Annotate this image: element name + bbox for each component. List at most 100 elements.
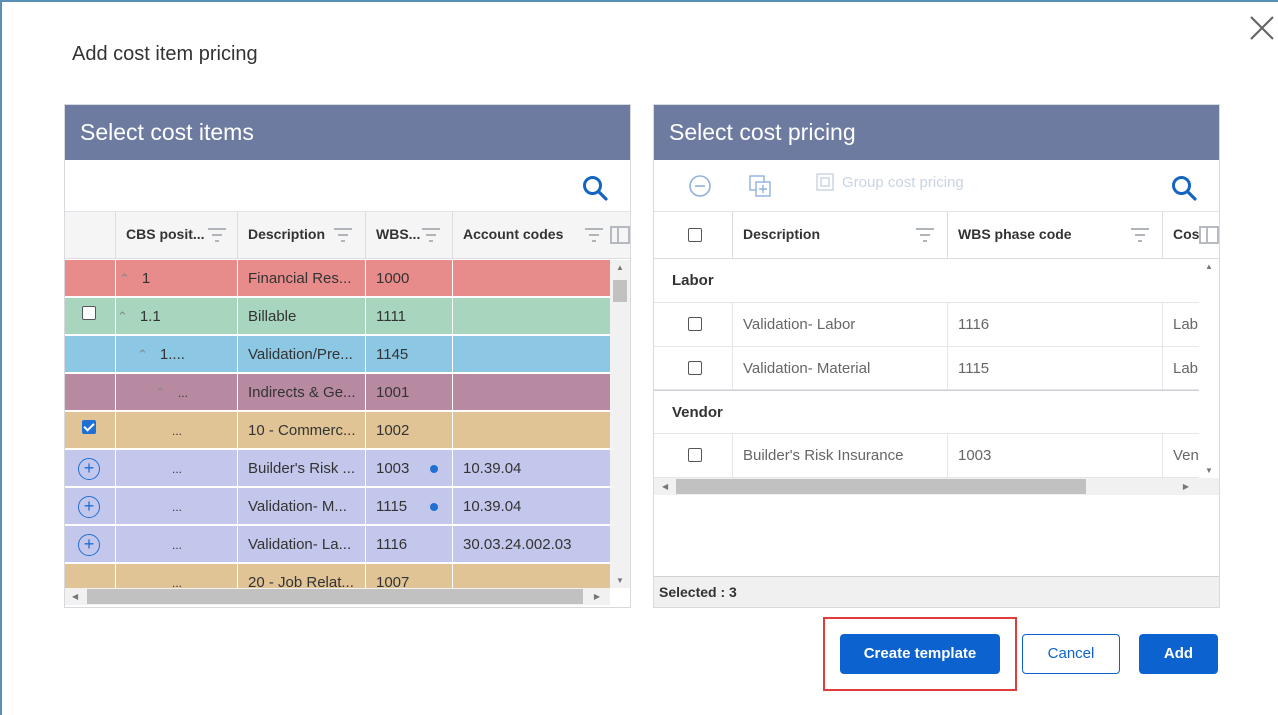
column-header-account-codes[interactable]: Account codes (453, 212, 610, 259)
vertical-scrollbar[interactable]: ▲ ▼ (610, 260, 630, 588)
filter-icon[interactable] (422, 228, 440, 242)
row-checkbox[interactable] (688, 448, 702, 462)
status-dot-icon (430, 503, 438, 511)
add-row-icon[interactable]: + (78, 496, 100, 518)
cost-cell: Lab (1173, 359, 1199, 377)
cbs-position-value: 1 (141, 270, 151, 287)
filter-icon[interactable] (208, 228, 226, 242)
add-button[interactable]: Add (1139, 634, 1218, 674)
row-checkbox[interactable] (688, 361, 702, 375)
filter-icon[interactable] (916, 228, 934, 242)
group-label: Labor (672, 272, 714, 289)
select-cost-pricing-panel: Select cost pricing Group cost pricing D… (653, 104, 1220, 608)
group-row-vendor[interactable]: Vendor (654, 390, 1199, 434)
add-group-icon[interactable] (748, 174, 772, 198)
vertical-scrollbar[interactable]: ▲ ▼ (1199, 259, 1219, 478)
group-label: Vendor (672, 403, 723, 421)
row-select-cell (65, 374, 116, 411)
search-icon[interactable] (582, 175, 608, 201)
cbs-position-value: ... (172, 576, 183, 588)
row-select-cell: + (65, 526, 116, 563)
cbs-position-cell: ... (116, 488, 238, 525)
filter-icon[interactable] (585, 228, 603, 242)
add-row-icon[interactable]: + (78, 458, 100, 480)
wbs-value: 1145 (376, 346, 409, 363)
wbs-cell: 1115 (366, 488, 453, 525)
cancel-button[interactable]: Cancel (1022, 634, 1120, 674)
cbs-position-value: ... (172, 500, 183, 514)
close-icon[interactable] (1248, 14, 1276, 42)
description-cell: Financial Res... (238, 260, 366, 297)
column-chooser-icon[interactable] (610, 226, 630, 244)
add-cost-item-pricing-dialog: Add cost item pricing Select cost items … (0, 0, 1278, 715)
cbs-position-value: ... (177, 386, 188, 400)
dialog-title: Add cost item pricing (72, 43, 258, 65)
column-header-cost[interactable]: Cos (1163, 212, 1199, 259)
select-all-checkbox[interactable] (688, 228, 702, 242)
column-header-wbs-phase-code[interactable]: WBS phase code (948, 212, 1163, 259)
expand-caret-icon[interactable]: ⌃ (117, 309, 128, 324)
table-row[interactable]: +... Validation- La... 1116 30.03.24.002.03 (65, 526, 610, 563)
expand-caret-icon[interactable]: ⌃ (155, 385, 166, 400)
column-label: WBS... (376, 226, 421, 242)
row-checkbox[interactable] (82, 420, 96, 434)
table-row[interactable]: ⌃ 1.1 Billable 1111 (65, 298, 610, 335)
column-chooser-icon[interactable] (1199, 226, 1219, 244)
horizontal-scrollbar[interactable]: ◀ ▶ (65, 588, 610, 605)
description-cell: 20 - Job Relat... (238, 564, 366, 588)
table-row[interactable]: +... Builder's Risk ... 1003 10.39.04 (65, 450, 610, 487)
table-row[interactable]: Builder's Risk Insurance 1003 Ven (654, 434, 1199, 478)
scrollbar-thumb[interactable] (676, 479, 1086, 494)
row-select-cell (65, 298, 116, 335)
cbs-position-value: ... (172, 462, 183, 476)
cbs-position-cell: ⌃ 1 (116, 260, 238, 297)
filter-icon[interactable] (1131, 228, 1149, 242)
cbs-position-value: ... (172, 424, 183, 438)
collapse-all-icon[interactable] (688, 174, 712, 198)
group-row-labor[interactable]: Labor (654, 259, 1199, 303)
create-template-button[interactable]: Create template (840, 634, 1000, 674)
table-row[interactable]: ⌃ 1.... Validation/Pre... 1145 (65, 336, 610, 373)
cbs-position-cell: ⌃... (116, 374, 238, 411)
scrollbar-thumb[interactable] (87, 589, 583, 604)
scrollbar-thumb[interactable] (613, 280, 627, 302)
column-header-wbs[interactable]: WBS... (366, 212, 453, 259)
description-cell: Billable (238, 298, 366, 335)
column-label: CBS posit... (126, 226, 205, 242)
column-header-cbs-position[interactable]: CBS posit... (116, 212, 238, 259)
description-cell: Builder's Risk ... (238, 450, 366, 487)
table-row[interactable]: ... 20 - Job Relat... 1007 (65, 564, 610, 588)
table-row[interactable]: +... Validation- M... 1115 10.39.04 (65, 488, 610, 525)
account-codes-cell (453, 298, 610, 335)
expand-caret-icon[interactable]: ⌃ (137, 347, 148, 362)
search-icon[interactable] (1171, 175, 1197, 201)
account-codes-cell (453, 336, 610, 373)
row-checkbox[interactable] (82, 306, 96, 320)
row-checkbox[interactable] (688, 317, 702, 331)
cbs-position-cell: ⌃ 1.1 (116, 298, 238, 335)
group-cost-pricing-label: Group cost pricing (842, 173, 964, 191)
cbs-position-cell: ... (116, 450, 238, 487)
table-row[interactable]: Validation- Labor 1116 Lab (654, 303, 1199, 347)
table-row[interactable]: ... 10 - Commerc... 1002 (65, 412, 610, 449)
filter-icon[interactable] (334, 228, 352, 242)
group-cost-pricing-button[interactable]: Group cost pricing (816, 173, 964, 191)
account-codes-cell (453, 260, 610, 297)
wbs-cell: 1145 (366, 336, 453, 373)
horizontal-scrollbar[interactable]: ◀ ▶ (654, 478, 1219, 495)
wbs-value: 1000 (376, 270, 410, 287)
account-codes-cell (453, 374, 610, 411)
add-row-icon[interactable]: + (78, 534, 100, 556)
select-cost-items-panel: Select cost items CBS posit... Descripti… (64, 104, 631, 608)
column-header-description[interactable]: Description (733, 212, 948, 259)
table-row[interactable]: ⌃ 1 Financial Res... 1000 (65, 260, 610, 297)
selected-count-status: Selected : 3 (654, 576, 1219, 607)
row-select-cell (65, 336, 116, 373)
expand-caret-icon[interactable]: ⌃ (119, 271, 130, 286)
table-row[interactable]: Validation- Material 1115 Lab (654, 347, 1199, 390)
select-cost-pricing-header: Select cost pricing (654, 105, 1219, 160)
row-select-cell (65, 260, 116, 297)
row-select-cell (65, 564, 116, 588)
table-row[interactable]: ⌃... Indirects & Ge... 1001 (65, 374, 610, 411)
column-header-description[interactable]: Description (238, 212, 366, 259)
